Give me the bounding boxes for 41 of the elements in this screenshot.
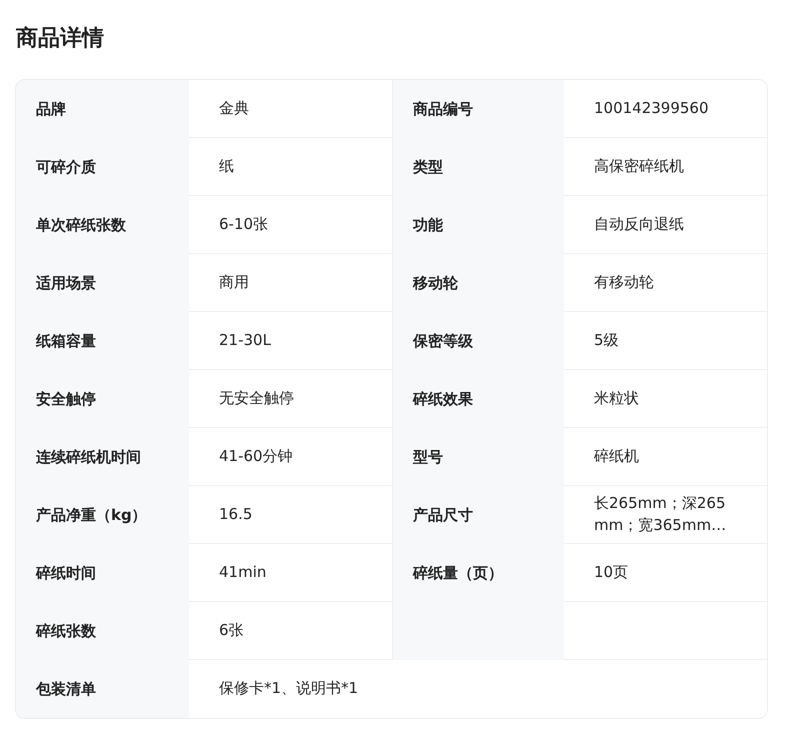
spec-label: 安全触停: [36, 388, 96, 410]
spec-label: 产品尺寸: [413, 504, 473, 526]
spec-label: 连续碎纸机时间: [36, 446, 141, 468]
spec-value: 高保密碎纸机: [594, 156, 684, 177]
spec-value: 有移动轮: [594, 272, 654, 293]
spec-value: 6-10张: [219, 214, 268, 235]
spec-value: 无安全触停: [219, 388, 294, 409]
spec-label: 类型: [413, 156, 443, 178]
spec-label: 碎纸时间: [36, 562, 96, 584]
spec-value: 100142399560: [594, 98, 709, 119]
spec-value: 米粒状: [594, 388, 639, 409]
spec-label: 碎纸量（页）: [413, 562, 503, 584]
spec-value: 41-60分钟: [219, 446, 293, 467]
spec-label: 产品净重（kg）: [36, 504, 147, 526]
spec-value: 保修卡*1、说明书*1: [219, 678, 358, 700]
spec-value: 自动反向退纸: [594, 214, 684, 235]
spec-label: 包装清单: [36, 678, 96, 700]
spec-value: 41min: [219, 562, 266, 583]
spec-value: 商用: [219, 272, 249, 293]
page-title: 商品详情: [15, 25, 105, 53]
spec-label: 型号: [413, 446, 443, 468]
spec-label: 商品编号: [413, 98, 473, 120]
spec-label: 适用场景: [36, 272, 96, 294]
spec-value: 16.5: [219, 504, 252, 525]
spec-value: 21-30L: [219, 330, 271, 351]
spec-value: 10页: [594, 562, 628, 583]
spec-label: 碎纸效果: [413, 388, 473, 410]
spec-label: 碎纸张数: [36, 620, 96, 642]
spec-label: 纸箱容量: [36, 330, 96, 352]
spec-label: 品牌: [36, 98, 66, 120]
spec-label: 可碎介质: [36, 156, 96, 178]
spec-label: 移动轮: [413, 272, 458, 294]
spec-value: 长265mm；深265mm；宽365mm…: [594, 492, 728, 536]
spec-value: 5级: [594, 330, 619, 351]
spec-label: 功能: [413, 214, 443, 236]
spec-value: 纸: [219, 156, 234, 177]
spec-label: 保密等级: [413, 330, 473, 352]
spec-value: 碎纸机: [594, 446, 639, 467]
spec-value: 6张: [219, 620, 244, 641]
spec-value: 金典: [219, 98, 249, 119]
spec-label: 单次碎纸张数: [36, 214, 126, 236]
